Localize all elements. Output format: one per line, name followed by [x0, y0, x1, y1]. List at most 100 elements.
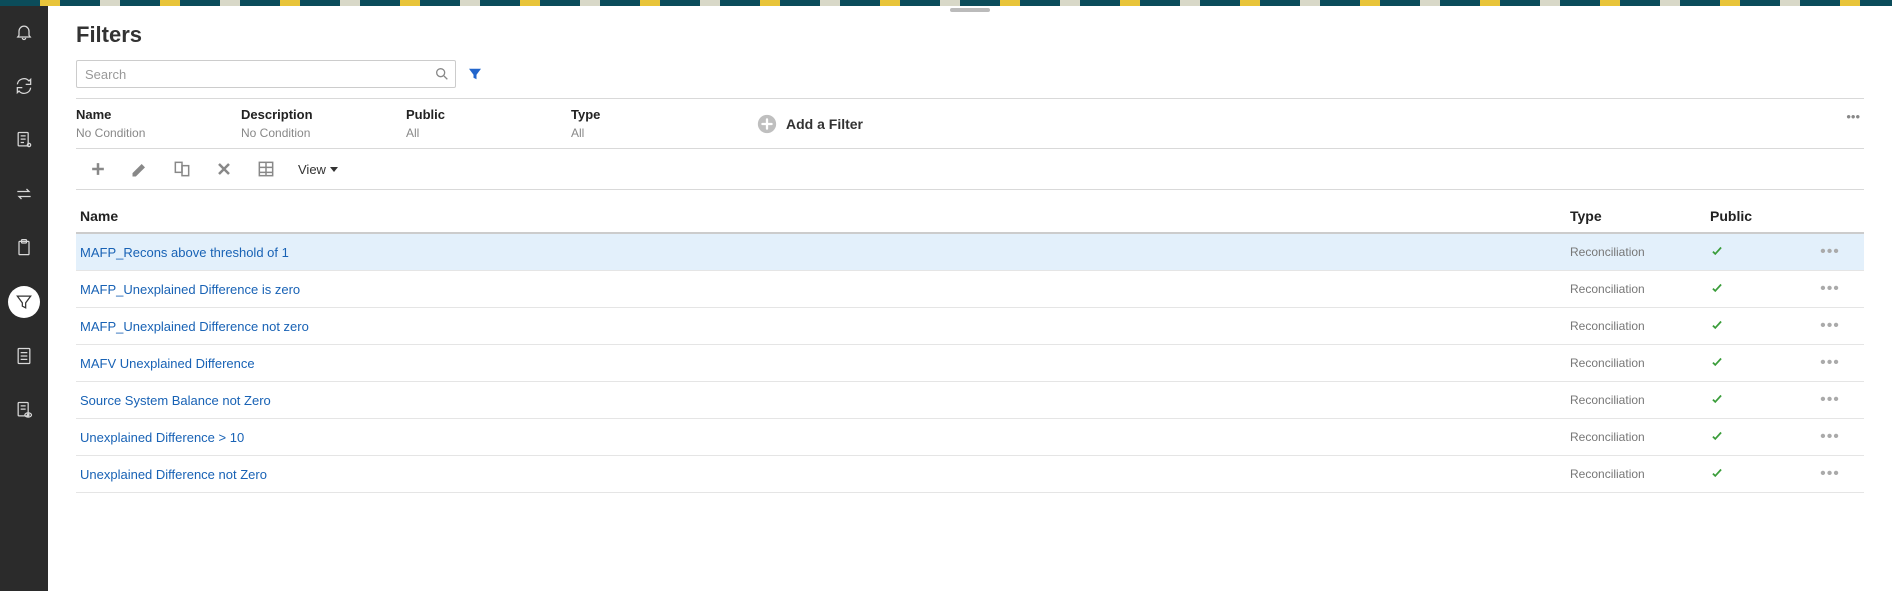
- nav-clipboard[interactable]: [8, 232, 40, 264]
- filter-toggle-icon[interactable]: [466, 65, 484, 83]
- table-row[interactable]: MAFP_Unexplained Difference is zeroRecon…: [76, 271, 1864, 308]
- clipboard-icon: [14, 238, 34, 258]
- row-actions-menu[interactable]: •••: [1800, 354, 1860, 372]
- new-button[interactable]: [88, 159, 108, 179]
- panel-drag-handle[interactable]: [950, 8, 990, 12]
- search-box: [76, 60, 456, 88]
- row-type: Reconciliation: [1570, 393, 1710, 407]
- table-row[interactable]: Unexplained Difference > 10Reconciliatio…: [76, 419, 1864, 456]
- chevron-down-icon: [330, 167, 338, 172]
- nav-transfer[interactable]: [8, 178, 40, 210]
- row-actions-menu[interactable]: •••: [1800, 317, 1860, 335]
- check-icon: [1710, 466, 1724, 480]
- plus-circle-icon: [756, 113, 778, 135]
- table-row[interactable]: Unexplained Difference not ZeroReconcili…: [76, 456, 1864, 493]
- grid-icon: [256, 159, 276, 179]
- search-input[interactable]: [76, 60, 456, 88]
- bell-icon: [14, 22, 34, 42]
- view-menu[interactable]: View: [298, 162, 338, 177]
- nav-notifications[interactable]: [8, 16, 40, 48]
- filter-criteria-description[interactable]: Description No Condition: [241, 107, 406, 140]
- table-header: Name Type Public: [76, 200, 1864, 234]
- row-public: [1710, 392, 1800, 409]
- search-icon[interactable]: [434, 66, 450, 82]
- row-name-link[interactable]: Source System Balance not Zero: [80, 393, 1570, 408]
- filter-criteria-name[interactable]: Name No Condition: [76, 107, 241, 140]
- column-header-type[interactable]: Type: [1570, 208, 1710, 224]
- publish-button[interactable]: [256, 159, 276, 179]
- document-eye-icon: [14, 400, 34, 420]
- row-actions-menu[interactable]: •••: [1800, 243, 1860, 261]
- row-public: [1710, 244, 1800, 261]
- filter-criteria-label: Public: [406, 107, 555, 122]
- filter-criteria-value: No Condition: [241, 126, 390, 140]
- row-actions-menu[interactable]: •••: [1800, 465, 1860, 483]
- row-public: [1710, 466, 1800, 483]
- row-public: [1710, 318, 1800, 335]
- filter-criteria-type[interactable]: Type All: [571, 107, 736, 140]
- row-actions-menu[interactable]: •••: [1800, 280, 1860, 298]
- document-gear-icon: [14, 130, 34, 150]
- row-name-link[interactable]: MAFP_Unexplained Difference not zero: [80, 319, 1570, 334]
- view-menu-label: View: [298, 162, 326, 177]
- edit-button[interactable]: [130, 159, 150, 179]
- delete-button[interactable]: [214, 159, 234, 179]
- row-type: Reconciliation: [1570, 356, 1710, 370]
- table-row[interactable]: MAFP_Unexplained Difference not zeroReco…: [76, 308, 1864, 345]
- list-icon: [14, 346, 34, 366]
- nav-refresh[interactable]: [8, 70, 40, 102]
- column-header-actions: [1800, 208, 1860, 224]
- row-type: Reconciliation: [1570, 319, 1710, 333]
- filter-criteria-bar: Name No Condition Description No Condition P…: [76, 98, 1864, 149]
- check-icon: [1710, 355, 1724, 369]
- add-filter-label: Add a Filter: [786, 116, 863, 132]
- filter-criteria-value: No Condition: [76, 126, 225, 140]
- nav-views[interactable]: [8, 394, 40, 426]
- filters-table: Name Type Public MAFP_Recons above thres…: [76, 200, 1864, 493]
- table-row[interactable]: Source System Balance not ZeroReconcilia…: [76, 382, 1864, 419]
- row-public: [1710, 429, 1800, 446]
- nav-filters[interactable]: [8, 286, 40, 318]
- row-name-link[interactable]: MAFP_Recons above threshold of 1: [80, 245, 1570, 260]
- table-toolbar: View: [76, 149, 1864, 190]
- main-content: Filters NameNo ConditionDescriptionNo Co…: [48, 6, 1892, 591]
- duplicate-icon: [172, 159, 192, 179]
- filter-criteria-label: Description: [241, 107, 390, 122]
- duplicate-button[interactable]: [172, 159, 192, 179]
- filter-icon: [14, 292, 34, 312]
- check-icon: [1710, 281, 1724, 295]
- row-name-link[interactable]: MAFP_Unexplained Difference is zero: [80, 282, 1570, 297]
- column-header-public[interactable]: Public: [1710, 208, 1800, 224]
- filter-criteria-value: All: [406, 126, 555, 140]
- row-actions-menu[interactable]: •••: [1800, 428, 1860, 446]
- row-type: Reconciliation: [1570, 282, 1710, 296]
- nav-sidebar: [0, 6, 48, 591]
- filter-criteria-public[interactable]: Public All: [406, 107, 571, 140]
- add-filter-button[interactable]: Add a Filter: [756, 113, 863, 135]
- x-icon: [214, 159, 234, 179]
- transfer-icon: [14, 184, 34, 204]
- table-row[interactable]: MAFP_Recons above threshold of 1Reconcil…: [76, 234, 1864, 271]
- column-header-name[interactable]: Name: [80, 208, 1570, 224]
- row-type: Reconciliation: [1570, 430, 1710, 444]
- pencil-icon: [130, 159, 150, 179]
- row-actions-menu[interactable]: •••: [1800, 391, 1860, 409]
- nav-lists[interactable]: [8, 340, 40, 372]
- table-row[interactable]: MAFV Unexplained DifferenceReconciliatio…: [76, 345, 1864, 382]
- row-name-link[interactable]: Unexplained Difference not Zero: [80, 467, 1570, 482]
- filter-criteria-value: All: [571, 126, 720, 140]
- row-name-link[interactable]: MAFV Unexplained Difference: [80, 356, 1570, 371]
- row-type: Reconciliation: [1570, 467, 1710, 481]
- nav-worklist[interactable]: [8, 124, 40, 156]
- check-icon: [1710, 244, 1724, 258]
- filter-bar-more-icon[interactable]: •••: [1846, 109, 1860, 124]
- search-row: [76, 60, 1864, 88]
- row-name-link[interactable]: Unexplained Difference > 10: [80, 430, 1570, 445]
- row-type: Reconciliation: [1570, 245, 1710, 259]
- row-public: [1710, 281, 1800, 298]
- check-icon: [1710, 429, 1724, 443]
- filter-criteria-label: Type: [571, 107, 720, 122]
- filter-criteria-label: Name: [76, 107, 225, 122]
- check-icon: [1710, 392, 1724, 406]
- check-icon: [1710, 318, 1724, 332]
